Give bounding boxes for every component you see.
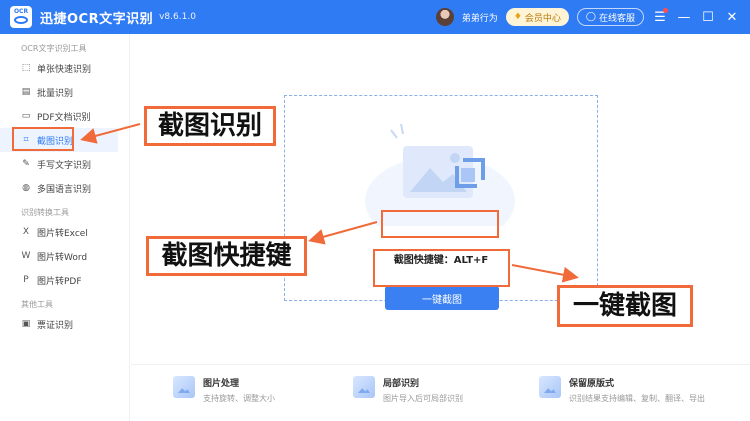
feature-title: 图片处理 [203,379,240,389]
sidebar-item-label: 票证识别 [37,320,74,331]
sidebar-item-batch[interactable]: ▤ 批量识别 [0,80,129,104]
sidebar-item-handwriting[interactable]: ✎ 手写文字识别 [0,152,129,176]
sidebar-item-excel[interactable]: X 图片转Excel [0,220,129,244]
sidebar-item-label: 单张快速识别 [37,64,92,75]
callout-screenshot-shortcut: 截图快捷键 [146,236,307,276]
menu-button[interactable]: ☰ [652,7,668,25]
sidebar-item-multilang[interactable]: ◍ 多国语言识别 [0,176,129,200]
sidebar-item-single[interactable]: ⬚ 单张快速识别 [0,56,129,80]
sidebar-item-label: PDF文档识别 [37,112,91,123]
feature-image-processing: 图片处理支持旋转、调整大小 [173,376,275,404]
sidebar-item-label: 图片转Word [37,252,88,263]
batch-icon: ▤ [21,87,31,97]
excel-icon: X [22,227,30,237]
close-icon: ✕ [726,9,738,25]
diamond-icon: ♦ [513,12,522,22]
feature-title: 局部识别 [383,379,420,389]
image-icon [173,376,195,398]
sidebar-item-label: 图片转Excel [37,228,88,239]
vip-center-label: 会员中心 [524,13,561,24]
sidebar-item-topdf[interactable]: P 图片转PDF [0,268,129,292]
highlight-sidebar-screenshot [12,127,74,151]
one-click-screenshot-button[interactable]: 一键截图 [385,286,499,310]
sidebar-section-other: 其他工具 [21,300,53,309]
highlight-shortcut [381,210,499,238]
feature-title: 保留原版式 [569,379,615,389]
app-version: v8.6.1.0 [159,12,196,22]
sidebar: OCR文字识别工具 ⬚ 单张快速识别 ▤ 批量识别 ▭ PDF文档识别 ⌗ 截图识别 ✎… [0,34,130,421]
feature-partial-recognition: 局部识别图片导入后可局部识别 [353,376,463,404]
sidebar-item-label: 手写文字识别 [37,160,92,171]
highlight-one-click [373,249,510,287]
feature-keep-layout: 保留原版式识别结果支持编辑、复制、翻译、导出 [539,376,705,404]
online-service-button[interactable]: ◯ 在线客服 [576,8,644,26]
minimize-icon: — [677,9,691,25]
globe-icon: ◍ [22,183,30,193]
sidebar-item-label: 批量识别 [37,88,74,99]
crop-image-icon [353,376,375,398]
notification-dot [663,7,668,13]
user-icon: ◯ [585,12,596,22]
feature-desc: 图片导入后可局部识别 [383,394,463,403]
feature-desc: 支持旋转、调整大小 [203,394,275,403]
sidebar-item-word[interactable]: W 图片转Word [0,244,129,268]
pdf-icon: ▭ [21,111,31,121]
ticket-icon: ▣ [21,319,31,329]
vip-center-button[interactable]: ♦ 会员中心 [505,8,569,26]
app-title: 迅捷OCR文字识别 [40,11,154,27]
pdf-icon: P [23,275,29,285]
maximize-icon: ☐ [702,9,714,25]
title-bar: OCR 迅捷OCR文字识别 v8.6.1.0 弟弟行为 ♦ 会员中心 ◯ 在线客… [0,0,750,34]
username[interactable]: 弟弟行为 [462,11,498,24]
eye-icon [14,16,28,24]
callout-screenshot-recognition: 截图识别 [144,106,276,146]
sidebar-item-label: 图片转PDF [37,276,82,287]
sidebar-item-ticket[interactable]: ▣ 票证识别 [0,312,129,336]
divider [131,364,750,365]
minimize-button[interactable]: — [676,10,692,25]
sidebar-item-label: 多国语言识别 [37,184,92,195]
feature-desc: 识别结果支持编辑、复制、翻译、导出 [569,394,705,403]
callout-one-click-capture: 一键截图 [557,285,693,327]
word-icon: W [21,251,31,261]
sidebar-item-pdf[interactable]: ▭ PDF文档识别 [0,104,129,128]
layout-icon [539,376,561,398]
pen-icon: ✎ [22,159,30,169]
avatar[interactable] [435,8,454,26]
sidebar-section-convert: 识别转换工具 [21,208,69,217]
close-button[interactable]: ✕ [724,10,740,25]
sidebar-section-ocr: OCR文字识别工具 [21,44,87,53]
maximize-button[interactable]: ☐ [700,10,716,25]
online-service-label: 在线客服 [598,13,635,24]
logo-text: OCR [13,8,29,15]
app-logo: OCR [10,6,32,28]
scan-icon: ⬚ [21,63,31,73]
